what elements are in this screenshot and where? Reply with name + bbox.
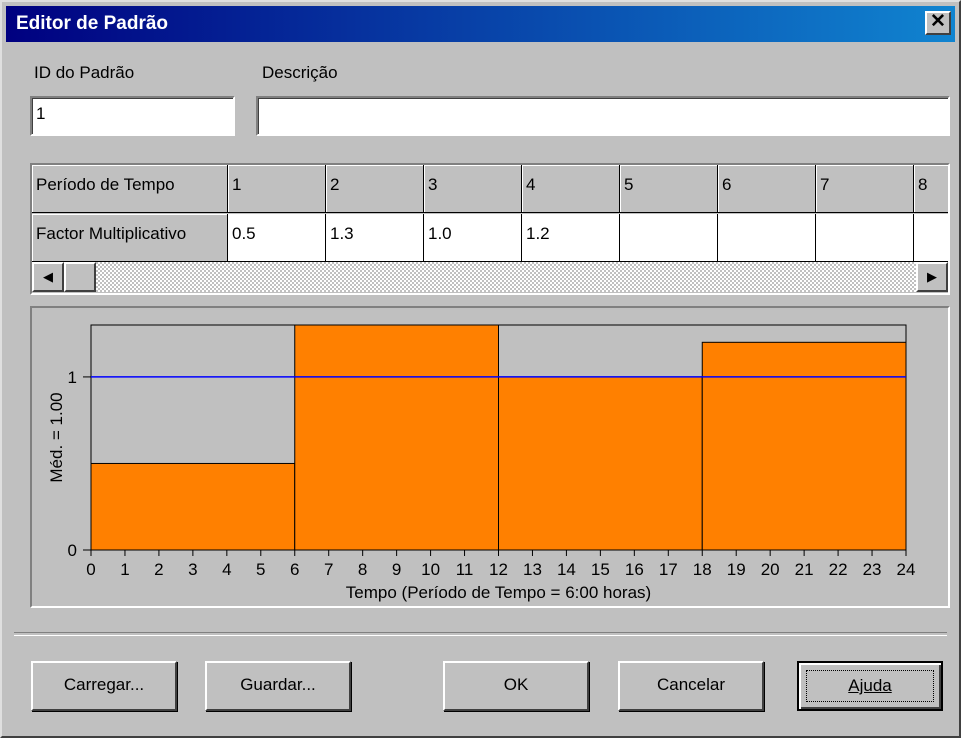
period-cell: 8 (914, 165, 948, 213)
x-tick-label: 24 (897, 560, 916, 579)
save-button[interactable]: Guardar... (205, 661, 351, 711)
separator (14, 632, 947, 636)
scroll-track[interactable] (64, 262, 916, 292)
x-tick-label: 23 (863, 560, 882, 579)
period-cell: 1 (228, 165, 326, 213)
x-tick-label: 2 (154, 560, 163, 579)
x-tick-label: 18 (693, 560, 712, 579)
y-tick-label: 1 (68, 368, 77, 387)
description-label: Descrição (262, 63, 338, 82)
x-tick-label: 21 (795, 560, 814, 579)
period-row: Período de Tempo 1 2 3 4 5 6 7 8 (32, 165, 948, 213)
scroll-right-icon[interactable]: ▶ (916, 262, 948, 292)
y-axis-label: Méd. = 1.00 (47, 392, 66, 482)
period-header: Período de Tempo (32, 165, 228, 213)
pattern-chart-panel: 0 1 0 1 2 3 4 5 6 7 8 9 10 11 12 13 14 15 16 17 18 19 20 21 22 23… (30, 306, 950, 608)
x-tick-label: 20 (761, 560, 780, 579)
scroll-thumb[interactable] (64, 262, 96, 292)
multiplier-cell[interactable]: 0.5 (228, 214, 326, 262)
help-button[interactable]: Ajuda (797, 661, 943, 711)
x-tick-label: 6 (290, 560, 299, 579)
pattern-id-field[interactable]: 1 (30, 96, 235, 136)
x-tick-label: 19 (727, 560, 746, 579)
horizontal-scrollbar[interactable]: ◀ ▶ (32, 262, 948, 292)
pattern-id-label: ID do Padrão (34, 63, 135, 82)
x-tick-label: 3 (188, 560, 197, 579)
bar (294, 324, 499, 551)
x-tick-label: 4 (222, 560, 231, 579)
window-title: Editor de Padrão (16, 13, 169, 34)
description-field[interactable] (256, 96, 950, 136)
multiplier-grid: Período de Tempo 1 2 3 4 5 6 7 8 Factor Multipli… (30, 163, 950, 295)
period-cell: 2 (326, 165, 424, 213)
period-cell: 4 (522, 165, 620, 213)
period-cell: 7 (816, 165, 914, 213)
cancel-button[interactable]: Cancelar (618, 661, 764, 711)
x-tick-label: 22 (829, 560, 848, 579)
multiplier-cell[interactable] (816, 214, 914, 262)
x-tick-label: 5 (256, 560, 265, 579)
multiplier-header: Factor Multiplicativo (32, 214, 228, 262)
bar (90, 462, 296, 551)
period-cell: 6 (718, 165, 816, 213)
x-tick-label: 17 (659, 560, 678, 579)
scroll-left-icon[interactable]: ◀ (32, 262, 64, 292)
x-tick-label: 8 (358, 560, 367, 579)
load-button[interactable]: Carregar... (31, 661, 177, 711)
title-bar[interactable]: Editor de Padrão ✕ (6, 6, 955, 42)
multiplier-cell[interactable]: 1.0 (424, 214, 522, 262)
bar (498, 376, 703, 551)
period-cell: 3 (424, 165, 522, 213)
help-label: Ajuda (848, 676, 892, 695)
x-tick-label: 12 (489, 560, 508, 579)
x-axis-label: Tempo (Período de Tempo = 6:00 horas) (346, 583, 651, 602)
bar (701, 341, 907, 551)
pattern-chart: 010 1 2 3 4 5 6 7 8 9 10 11 12 13 14 15 16 17 18 19 20 21 22 23… (47, 324, 916, 602)
multiplier-cell[interactable] (914, 214, 948, 262)
x-tick-label: 1 (120, 560, 129, 579)
ok-button[interactable]: OK (443, 661, 589, 711)
x-tick-label: 11 (456, 560, 474, 579)
x-tick-label: 0 (86, 560, 95, 579)
y-tick-label: 0 (68, 541, 77, 560)
multiplier-cell[interactable]: 1.2 (522, 214, 620, 262)
period-cell: 5 (620, 165, 718, 213)
x-tick-label: 10 (421, 560, 440, 579)
multiplier-cell[interactable]: 1.3 (326, 214, 424, 262)
x-tick-label: 14 (557, 560, 576, 579)
multiplier-row: Factor Multiplicativo 0.5 1.3 1.0 1.2 (32, 214, 948, 262)
x-tick-label: 16 (625, 560, 644, 579)
multiplier-cell[interactable] (620, 214, 718, 262)
x-tick-label: 13 (523, 560, 542, 579)
x-tick-label: 7 (324, 560, 333, 579)
help-focus-box: Ajuda (806, 670, 934, 702)
x-tick-label: 15 (591, 560, 610, 579)
close-icon[interactable]: ✕ (925, 11, 951, 35)
x-tick-label: 9 (392, 560, 401, 579)
multiplier-cell[interactable] (718, 214, 816, 262)
